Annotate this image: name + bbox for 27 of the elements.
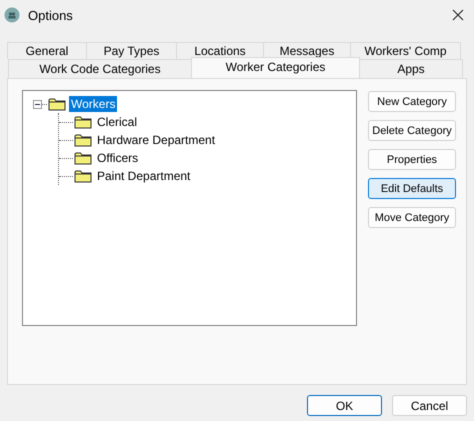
tab[interactable]: General [7, 42, 87, 59]
category-button[interactable]: Delete Category [368, 120, 456, 141]
folder-icon [48, 97, 67, 111]
tab[interactable]: Work Code Categories [8, 59, 192, 78]
close-icon[interactable] [452, 9, 464, 21]
category-button[interactable]: Move Category [368, 207, 456, 228]
tree-item[interactable]: Clerical [95, 114, 140, 130]
tab[interactable]: Apps [359, 59, 463, 78]
tab[interactable]: Worker Categories [191, 57, 360, 78]
tab[interactable]: Pay Types [86, 42, 177, 59]
window-title: Options [28, 8, 74, 22]
tab[interactable]: Workers' Comp [350, 42, 461, 59]
folder-icon [74, 151, 93, 165]
tree-item[interactable]: Hardware Department [95, 132, 218, 148]
collapse-icon[interactable] [33, 100, 42, 108]
category-button[interactable]: New Category [368, 91, 456, 112]
tree-item[interactable]: Officers [95, 150, 140, 166]
app-icon [4, 7, 20, 23]
tree-item[interactable]: Paint Department [95, 168, 192, 184]
dialog-button[interactable]: OK [307, 395, 382, 416]
category-button[interactable]: Edit Defaults [368, 178, 456, 199]
tree-item[interactable]: Workers [69, 96, 118, 112]
folder-icon [74, 115, 93, 129]
category-button[interactable]: Properties [368, 149, 456, 170]
dialog-button[interactable]: Cancel [392, 395, 467, 416]
folder-icon [74, 133, 93, 147]
folder-icon [74, 169, 93, 183]
